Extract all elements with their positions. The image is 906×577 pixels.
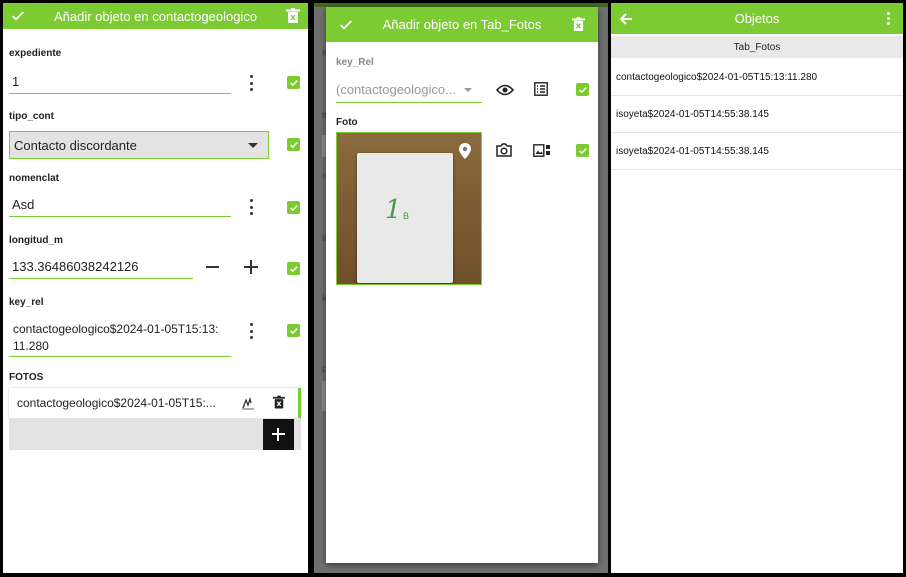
- app-bar: Objetos: [611, 3, 903, 34]
- more-options-icon[interactable]: [246, 323, 256, 339]
- section-header: Tab_Fotos: [611, 36, 903, 58]
- key-rel-checkbox[interactable]: [576, 83, 589, 96]
- expediente-checkbox[interactable]: [287, 76, 300, 89]
- key-rel-input[interactable]: contactogeologico$2024-01-05T15:13: 11.2…: [9, 317, 231, 357]
- photo-handwritten-letter: B: [403, 211, 410, 221]
- more-options-icon[interactable]: [246, 75, 256, 91]
- dropdown-arrow-icon: [464, 88, 472, 92]
- list-item[interactable]: contactogeologico$2024-01-05T15:13:11.28…: [611, 59, 903, 96]
- delete-icon[interactable]: [558, 17, 598, 32]
- longitud-m-label: longitud_m: [9, 235, 63, 246]
- nomenclat-label: nomenclat: [9, 173, 60, 184]
- expediente-label: expediente: [9, 48, 62, 59]
- list-view-icon[interactable]: [534, 82, 548, 101]
- longitud-m-checkbox[interactable]: [287, 262, 300, 275]
- key-rel-line1: contactogeologico$2024-01-05T15:13:: [13, 322, 219, 336]
- key-rel-placeholder: (contactogeologico...: [336, 82, 456, 97]
- form-contactogeologico: Añadir objeto en contactogeologico exped…: [3, 3, 308, 573]
- tipo-cont-select[interactable]: Contacto discordante: [9, 131, 269, 159]
- eye-icon[interactable]: [495, 83, 515, 101]
- location-pin-icon: [459, 143, 471, 164]
- camera-icon[interactable]: [496, 143, 512, 162]
- page-title: Añadir objeto en contactogeologico: [53, 8, 258, 24]
- form-tab-fotos: Añadir objeto en Tab_Fotos key_Rel (cont…: [326, 7, 598, 563]
- overflow-menu-icon[interactable]: [873, 12, 903, 25]
- more-options-icon[interactable]: [246, 199, 256, 215]
- key-rel-select[interactable]: (contactogeologico...: [336, 77, 482, 103]
- dropdown-arrow-icon: [248, 143, 258, 148]
- key-rel-label: key_rel: [9, 297, 44, 308]
- key-rel-checkbox[interactable]: [287, 324, 300, 337]
- fotos-footer: [9, 418, 301, 450]
- photo-preview[interactable]: 1 B: [336, 132, 482, 285]
- objects-list-screen: Objetos Tab_Fotos contactogeologico$2024…: [611, 3, 903, 573]
- app-bar: Añadir objeto en contactogeologico: [3, 3, 308, 29]
- paper-sheet: 1 B: [357, 153, 453, 283]
- add-button[interactable]: [263, 419, 294, 450]
- foto-checkbox[interactable]: [576, 144, 589, 157]
- key-rel-label: key_Rel: [336, 57, 374, 68]
- nomenclat-checkbox[interactable]: [287, 201, 300, 214]
- fotos-item-text: contactogeologico$2024-01-05T15:...: [17, 396, 216, 410]
- list-item[interactable]: isoyeta$2024-01-05T14:55:38.145: [611, 96, 903, 133]
- tipo-cont-label: tipo_cont: [9, 111, 54, 122]
- delete-icon[interactable]: [278, 8, 308, 24]
- sign-edit-icon[interactable]: [241, 396, 255, 413]
- confirm-check-icon[interactable]: [326, 17, 366, 33]
- back-arrow-icon[interactable]: [611, 12, 641, 26]
- list-item[interactable]: isoyeta$2024-01-05T14:55:38.145: [611, 133, 903, 170]
- key-rel-line2: 11.280: [13, 339, 49, 353]
- fotos-label: FOTOS: [9, 372, 44, 383]
- fotos-list-item[interactable]: contactogeologico$2024-01-05T15:...: [9, 388, 301, 418]
- nomenclat-input[interactable]: Asd: [9, 193, 231, 217]
- tipo-cont-value: Contacto discordante: [14, 137, 137, 153]
- longitud-m-input[interactable]: 133.36486038242126: [9, 255, 193, 279]
- decrement-icon[interactable]: [206, 266, 219, 268]
- photo-handwritten-number: 1: [385, 195, 402, 225]
- increment-icon[interactable]: [244, 260, 258, 274]
- app-bar: Añadir objeto en Tab_Fotos: [326, 7, 598, 42]
- foto-label: Foto: [336, 117, 358, 128]
- gallery-icon[interactable]: [533, 144, 551, 162]
- tipo-cont-checkbox[interactable]: [287, 138, 300, 151]
- page-title: Añadir objeto en Tab_Fotos: [382, 17, 542, 32]
- confirm-check-icon[interactable]: [3, 8, 33, 24]
- expediente-input[interactable]: 1: [9, 70, 231, 94]
- delete-icon[interactable]: [273, 395, 285, 413]
- page-title: Objetos: [734, 11, 780, 26]
